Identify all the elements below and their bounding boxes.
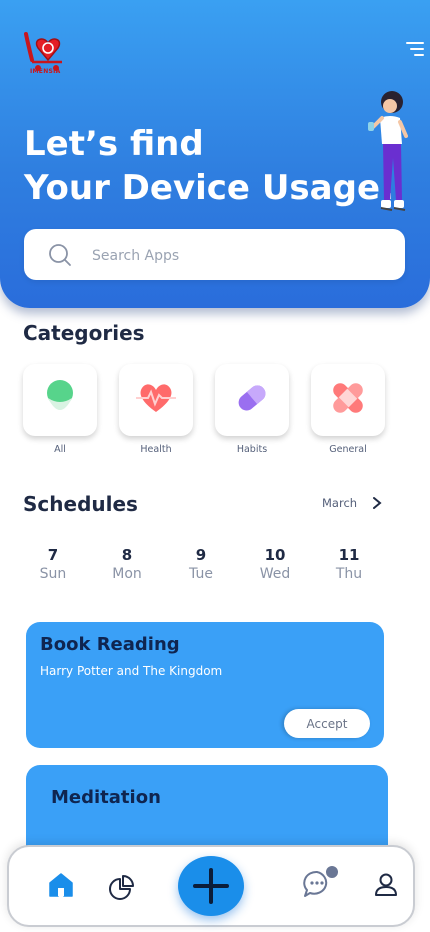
- category-label-all: All: [54, 444, 66, 455]
- categories-title: Categories: [23, 321, 145, 345]
- menu-line: [414, 54, 424, 56]
- search-input[interactable]: [90, 242, 384, 270]
- day-item[interactable]: 9 Tue: [173, 546, 229, 582]
- nav-home[interactable]: [46, 870, 76, 900]
- card-title: Meditation: [51, 787, 161, 808]
- accept-button[interactable]: Accept: [284, 709, 370, 738]
- category-label-habits: Habits: [236, 444, 268, 455]
- nav-profile[interactable]: [371, 870, 401, 900]
- card-subtitle: Harry Potter and The Kingdom: [40, 664, 223, 678]
- chevron-right-icon[interactable]: [372, 496, 382, 510]
- schedules-title: Schedules: [23, 492, 138, 516]
- month-label[interactable]: March: [322, 496, 357, 510]
- day-number: 10: [264, 546, 286, 564]
- day-item[interactable]: 10 Wed: [247, 546, 303, 582]
- logo-text: IMENSIA: [30, 68, 61, 75]
- day-item[interactable]: 11 Thu: [321, 546, 377, 582]
- day-name: Thu: [335, 566, 363, 582]
- search-bar[interactable]: [24, 229, 405, 280]
- nav-stats[interactable]: [106, 871, 136, 901]
- bandage-icon: [333, 383, 363, 413]
- day-item[interactable]: 7 Sun: [25, 546, 81, 582]
- home-icon: [49, 873, 73, 897]
- day-number: 7: [47, 546, 59, 564]
- schedule-card-book-reading[interactable]: Book Reading Harry Potter and The Kingdo…: [26, 622, 384, 748]
- day-name: Mon: [112, 566, 142, 582]
- day-name: Sun: [39, 566, 67, 582]
- day-number: 8: [121, 546, 133, 564]
- notification-dot: [324, 864, 340, 880]
- category-habits[interactable]: [215, 364, 289, 436]
- day-name: Tue: [189, 566, 213, 582]
- day-number: 11: [338, 546, 360, 564]
- search-icon: [49, 244, 71, 266]
- hero-title: Let’s find Your Device Usage!: [24, 122, 396, 210]
- hero-title-line1: Let’s find: [24, 124, 204, 164]
- menu-line: [406, 42, 424, 44]
- woman-illustration-icon: [368, 91, 408, 211]
- heart-pulse-icon: [136, 384, 176, 412]
- day-item[interactable]: 8 Mon: [99, 546, 155, 582]
- add-icon: [193, 868, 229, 904]
- menu-line: [410, 48, 424, 50]
- profile-icon: [375, 873, 397, 896]
- add-button[interactable]: [178, 856, 244, 916]
- chart-icon: [109, 875, 134, 900]
- day-name: Wed: [259, 566, 291, 582]
- day-number: 9: [195, 546, 207, 564]
- all-icon: [47, 380, 73, 410]
- category-label-general: General: [329, 444, 367, 455]
- pill-icon: [238, 385, 266, 411]
- hero-title-line2: Your Device Usage!: [24, 168, 396, 208]
- card-title: Book Reading: [40, 634, 180, 655]
- category-all[interactable]: [23, 364, 97, 436]
- category-general[interactable]: [311, 364, 385, 436]
- category-health[interactable]: [119, 364, 193, 436]
- menu-button[interactable]: [402, 40, 424, 58]
- category-label-health: Health: [140, 444, 172, 455]
